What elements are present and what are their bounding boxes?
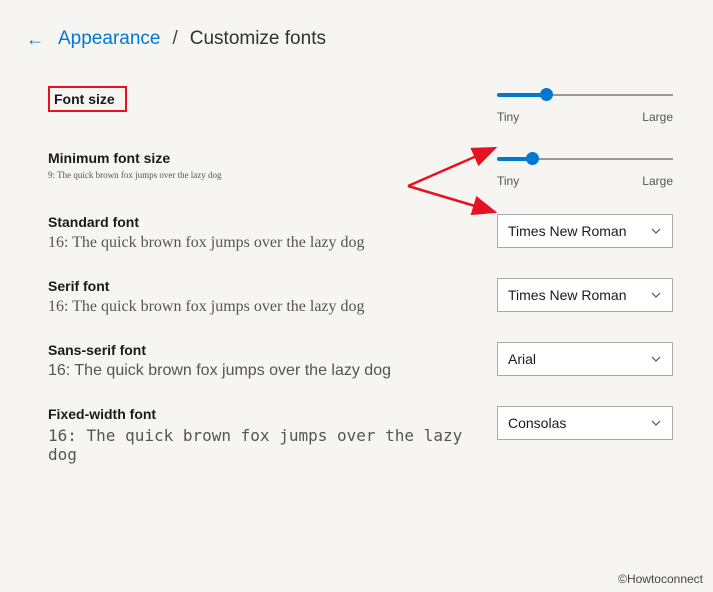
- chevron-down-icon: [650, 225, 662, 237]
- dropdown-value: Times New Roman: [508, 223, 627, 239]
- slider-thumb[interactable]: [540, 88, 553, 101]
- slider-thumb[interactable]: [526, 152, 539, 165]
- watermark: ©Howtoconnect: [618, 572, 703, 586]
- standard-font-dropdown[interactable]: Times New Roman: [497, 214, 673, 248]
- min-font-size-slider[interactable]: Tiny Large: [497, 150, 673, 188]
- breadcrumb-link-appearance[interactable]: Appearance: [58, 28, 160, 50]
- serif-font-label: Serif font: [48, 278, 469, 294]
- standard-font-sample: 16: The quick brown fox jumps over the l…: [48, 234, 469, 252]
- back-arrow-icon[interactable]: ←: [26, 29, 50, 50]
- chevron-down-icon: [650, 353, 662, 365]
- dropdown-value: Arial: [508, 351, 536, 367]
- font-size-label: Font size: [54, 91, 115, 107]
- serif-font-dropdown[interactable]: Times New Roman: [497, 278, 673, 312]
- breadcrumb-current: Customize fonts: [190, 28, 326, 50]
- slider-max-label: Large: [642, 110, 673, 124]
- sans-serif-font-label: Sans-serif font: [48, 342, 469, 358]
- fixed-width-font-sample: 16: The quick brown fox jumps over the l…: [48, 426, 469, 464]
- slider-max-label: Large: [642, 174, 673, 188]
- sans-serif-font-sample: 16: The quick brown fox jumps over the l…: [48, 362, 469, 380]
- chevron-down-icon: [650, 417, 662, 429]
- slider-min-label: Tiny: [497, 174, 519, 188]
- breadcrumb: ← Appearance / Customize fonts: [0, 0, 713, 50]
- fixed-width-font-label: Fixed-width font: [48, 406, 469, 422]
- serif-font-sample: 16: The quick brown fox jumps over the l…: [48, 298, 469, 316]
- breadcrumb-separator: /: [168, 28, 181, 50]
- dropdown-value: Consolas: [508, 415, 566, 431]
- min-font-size-sample: 9: The quick brown fox jumps over the la…: [48, 170, 469, 180]
- dropdown-value: Times New Roman: [508, 287, 627, 303]
- annotation-highlight: Font size: [48, 86, 127, 112]
- slider-min-label: Tiny: [497, 110, 519, 124]
- standard-font-label: Standard font: [48, 214, 469, 230]
- sans-serif-font-dropdown[interactable]: Arial: [497, 342, 673, 376]
- font-size-slider[interactable]: Tiny Large: [497, 86, 673, 124]
- min-font-size-label: Minimum font size: [48, 150, 469, 166]
- fixed-width-font-dropdown[interactable]: Consolas: [497, 406, 673, 440]
- chevron-down-icon: [650, 289, 662, 301]
